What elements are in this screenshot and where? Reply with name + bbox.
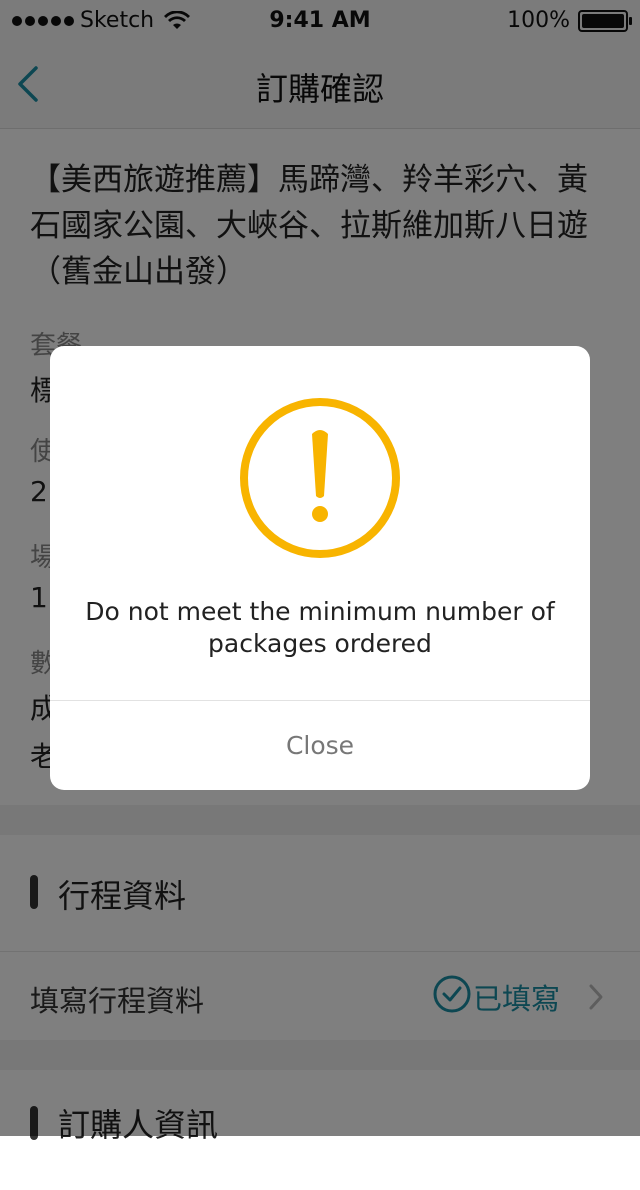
alert-dialog: Do not meet the minimum number of packag…: [50, 346, 590, 790]
close-button[interactable]: Close: [50, 701, 590, 790]
warning-icon: [240, 398, 400, 558]
alert-message: Do not meet the minimum number of packag…: [85, 597, 555, 658]
